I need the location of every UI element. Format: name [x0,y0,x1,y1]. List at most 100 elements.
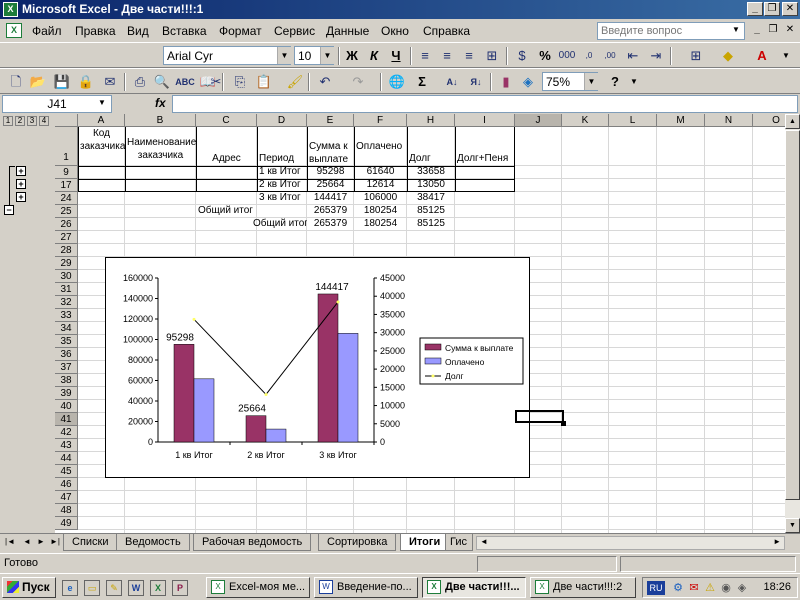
print-preview-icon[interactable]: 🔍 [152,72,172,92]
row-header-49[interactable]: 49 [55,517,78,530]
font-dropdown-icon[interactable]: ▼ [277,47,291,64]
row-header-31[interactable]: 31 [55,283,78,296]
selected-cell-j41[interactable] [515,410,564,423]
thousands-icon[interactable]: 000 [557,46,577,66]
doc-close-button[interactable]: ✕ [783,24,797,37]
select-all-corner[interactable] [55,114,78,127]
column-header-h[interactable]: H [407,114,455,127]
cell-i1[interactable]: Долг+Пеня [455,153,515,166]
row-header-27[interactable]: 27 [55,231,78,244]
cell-e1[interactable]: Сумма к выплате [307,140,354,166]
column-header-i[interactable]: I [455,114,515,127]
menu-format[interactable]: Формат [219,24,262,38]
decrease-decimal-icon[interactable]: ,00 [600,46,620,66]
percent-icon[interactable]: % [535,46,555,66]
italic-button[interactable]: К [364,46,384,66]
embedded-chart[interactable]: 0 20000 40000 60000 80000 100000 120000 140000 1… [105,257,530,478]
outline-level-1[interactable]: 1 [3,116,13,126]
toolbar-options-icon-2[interactable]: ▼ [624,72,644,92]
permission-icon[interactable]: 🔒 [76,72,96,92]
row-header-9[interactable]: 9 [55,166,78,179]
access-icon[interactable]: P [172,580,188,596]
outline-expand-button[interactable]: + [16,179,26,189]
column-header-j[interactable]: J [515,114,562,127]
row-header-36[interactable]: 36 [55,348,78,361]
excel-quick-icon[interactable]: X [150,580,166,596]
row-header-46[interactable]: 46 [55,478,78,491]
row-header-34[interactable]: 34 [55,322,78,335]
outline-level-4[interactable]: 4 [39,116,49,126]
hyperlink-icon[interactable]: 🌐 [387,72,407,92]
column-header-m[interactable]: M [657,114,705,127]
fill-handle[interactable] [561,421,566,426]
cell-h1[interactable]: Долг [407,153,455,166]
doc-restore-button[interactable]: ❐ [766,24,780,37]
font-color-icon[interactable]: A [752,46,772,66]
paste-icon[interactable]: 📋 [254,72,274,92]
chart-wizard-icon[interactable]: ▮ [496,72,516,92]
scroll-left-icon[interactable]: ◄ [480,537,488,546]
scroll-right-icon[interactable]: ► [773,537,781,546]
font-name-select[interactable]: Arial Cyr [163,46,291,65]
cell-d26[interactable]: Общий итог [251,218,307,231]
minimize-button[interactable]: _ [747,2,763,16]
name-box-dropdown-icon[interactable]: ▼ [98,98,106,107]
row-header-32[interactable]: 32 [55,296,78,309]
cell-d1[interactable]: Период [257,153,307,166]
horizontal-scrollbar[interactable]: ◄ ► [476,536,785,550]
antivirus-icon[interactable]: ✉ [687,581,701,595]
security-icon[interactable]: ⚠ [703,581,717,595]
task-dve-chasti-2[interactable]: X Две части!!!:2 [530,577,636,598]
outline-level-3[interactable]: 3 [27,116,37,126]
outline-expand-button[interactable]: + [16,166,26,176]
undo-icon[interactable]: ↶ [315,72,335,92]
cell-b1[interactable]: Наименование заказчика [125,136,196,166]
cell-f9[interactable]: 61640 [354,166,407,179]
cell-h26[interactable]: 85125 [407,218,455,231]
row-header-40[interactable]: 40 [55,400,78,413]
column-header-n[interactable]: N [705,114,753,127]
restore-button[interactable]: ❐ [764,2,780,16]
menu-data[interactable]: Данные [326,24,369,38]
cell-f24[interactable]: 106000 [354,192,407,205]
cell-a1[interactable]: Код заказчика [78,127,125,166]
row-header-30[interactable]: 30 [55,270,78,283]
tab-sortirovka[interactable]: Сортировка [318,534,397,551]
cell-h25[interactable]: 85125 [407,205,455,218]
align-center-icon[interactable]: ≡ [437,46,457,66]
open-folder-icon[interactable]: 📂 [28,72,48,92]
menu-help[interactable]: Справка [423,24,470,38]
tab-rabochaya-vedomost[interactable]: Рабочая ведомость [193,534,312,551]
scroll-down-icon[interactable]: ▼ [785,518,800,533]
row-header-24[interactable]: 24 [55,192,78,205]
cut-icon[interactable]: ✂ [206,72,226,92]
row-header-37[interactable]: 37 [55,361,78,374]
merge-center-icon[interactable]: ⊞ [482,46,502,66]
cell-d9[interactable]: 1 кв Итог [257,166,307,179]
help-dropdown-icon[interactable]: ▼ [732,25,740,34]
format-painter-icon[interactable]: 🖌 [285,72,305,92]
cell-e24[interactable]: 144417 [307,192,354,205]
formula-input[interactable] [172,95,798,113]
help-icon[interactable]: ? [605,72,625,92]
cell-c25[interactable]: Общий итог [196,205,257,218]
cell-f1[interactable]: Оплачено [354,140,407,166]
email-icon[interactable]: ✉ [100,72,120,92]
language-indicator[interactable]: RU [647,581,665,595]
menu-window[interactable]: Окно [381,24,409,38]
row-header-48[interactable]: 48 [55,504,78,517]
cell-f25[interactable]: 180254 [354,205,407,218]
row-header-28[interactable]: 28 [55,244,78,257]
start-button[interactable]: Пуск [2,577,56,598]
tab-spiski[interactable]: Списки [63,534,118,551]
underline-button[interactable]: Ч [386,46,406,66]
align-left-icon[interactable]: ≡ [415,46,435,66]
column-header-d[interactable]: D [257,114,307,127]
menu-tools[interactable]: Сервис [274,24,315,38]
currency-icon[interactable]: $ [512,46,532,66]
cell-e9[interactable]: 95298 [307,166,354,179]
task-excel-moya[interactable]: X Excel-моя ме... [206,577,310,598]
autosum-icon[interactable]: Σ [412,72,432,92]
tab-vedomost[interactable]: Ведомость [116,534,190,551]
close-button[interactable]: ✕ [782,2,798,16]
